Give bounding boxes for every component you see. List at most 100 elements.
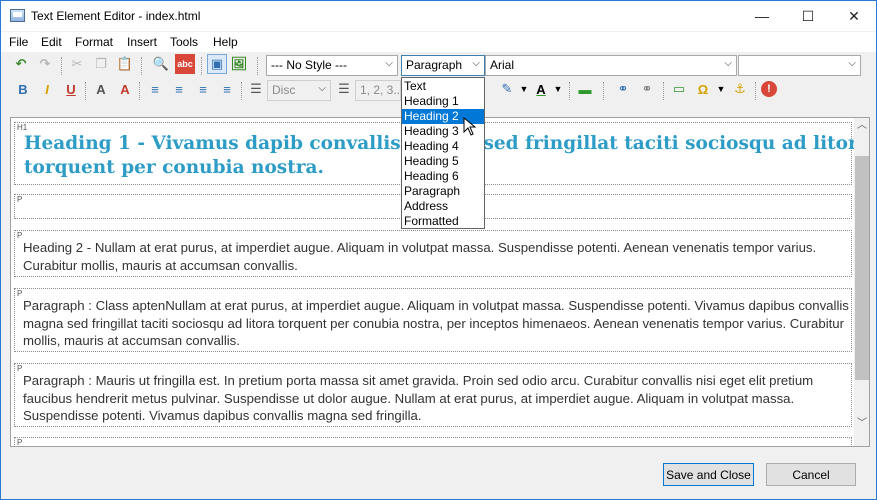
font-size-up-icon[interactable]: A bbox=[115, 79, 135, 99]
dropdown-item-heading-6[interactable]: Heading 6 bbox=[402, 169, 484, 184]
toolbar-separator bbox=[755, 82, 756, 100]
maximize-button[interactable]: ☐ bbox=[785, 1, 831, 31]
unlink-icon[interactable]: ⚭ bbox=[637, 79, 657, 99]
chevron-down-icon: ⌵ bbox=[318, 83, 326, 94]
dropdown-item-heading-4[interactable]: Heading 4 bbox=[402, 139, 484, 154]
special-character-icon[interactable]: Ω bbox=[693, 79, 713, 99]
toolbar-row-1: ↶ ↷ ✂ ❐ 📋 🔍 abc ▣ 🖼 --- No Style --- ⌵ P… bbox=[1, 54, 876, 79]
link-icon[interactable]: ⚭ bbox=[613, 79, 633, 99]
mouse-cursor-icon bbox=[463, 117, 477, 136]
chevron-down-icon: ⌵ bbox=[385, 58, 393, 69]
vertical-scrollbar[interactable]: ︿ ﹀ bbox=[854, 118, 869, 446]
toolbar-separator bbox=[141, 57, 142, 75]
toolbar-separator bbox=[569, 82, 570, 100]
scrollbar-thumb[interactable] bbox=[855, 156, 869, 380]
toolbar-separator bbox=[85, 82, 86, 100]
block-tag: P bbox=[17, 195, 23, 204]
paragraph-block[interactable]: P Paragraph : Mauris ut fringilla est. I… bbox=[14, 363, 852, 427]
toolbar-separator bbox=[663, 82, 664, 100]
undo-icon[interactable]: ↶ bbox=[11, 54, 31, 74]
font-combo-value: Arial bbox=[490, 58, 515, 72]
cancel-button[interactable]: Cancel bbox=[766, 463, 856, 486]
style-combo[interactable]: --- No Style --- ⌵ bbox=[266, 55, 398, 76]
align-left-icon[interactable]: ≡ bbox=[145, 79, 165, 99]
toolbar-separator bbox=[139, 82, 140, 100]
underline-icon[interactable]: U bbox=[61, 79, 81, 99]
dropdown-item-formatted[interactable]: Formatted bbox=[402, 214, 484, 229]
editor-window: Text Element Editor - index.html — ☐ ✕ F… bbox=[0, 0, 877, 500]
align-right-icon[interactable]: ≡ bbox=[193, 79, 213, 99]
spellcheck-icon[interactable]: abc bbox=[175, 54, 195, 74]
toolbar-separator bbox=[201, 57, 202, 75]
block-tag: H1 bbox=[17, 123, 28, 132]
toolbar-separator bbox=[603, 82, 604, 100]
font-size-combo[interactable]: ⌵ bbox=[738, 55, 861, 76]
close-button[interactable]: ✕ bbox=[831, 1, 877, 31]
bullet-list-icon[interactable]: ☰ bbox=[246, 79, 266, 99]
menu-help[interactable]: Help bbox=[213, 35, 238, 49]
window-title: Text Element Editor - index.html bbox=[31, 9, 201, 23]
justify-icon[interactable]: ≡ bbox=[217, 79, 237, 99]
paste-icon[interactable]: 📋 bbox=[115, 54, 135, 74]
save-and-close-button[interactable]: Save and Close bbox=[663, 463, 754, 486]
dropdown-item-text[interactable]: Text bbox=[402, 79, 484, 94]
paragraph-combo[interactable]: Paragraph ⌵ bbox=[401, 55, 485, 76]
horizontal-line-icon[interactable]: ▬ bbox=[575, 79, 595, 99]
heading-2-text: Heading 2 - Nullam at erat purus, at imp… bbox=[23, 240, 817, 273]
paragraph-format-dropdown: Text Heading 1 Heading 2 Heading 3 Headi… bbox=[401, 77, 485, 229]
anchor-icon[interactable]: ⚓ bbox=[730, 79, 750, 99]
paragraph-combo-value: Paragraph bbox=[406, 58, 463, 72]
app-icon bbox=[10, 9, 25, 22]
italic-icon[interactable]: I bbox=[37, 79, 57, 99]
list-style-combo[interactable]: Disc ⌵ bbox=[267, 80, 331, 101]
paragraph-text: Paragraph : Class aptenNullam at erat pu… bbox=[23, 298, 849, 348]
paragraph-text: Paragraph : Mauris ut fringilla est. In … bbox=[23, 373, 814, 423]
select-all-icon[interactable]: ▣ bbox=[207, 54, 227, 74]
dropdown-item-heading-1[interactable]: Heading 1 bbox=[402, 94, 484, 109]
find-icon[interactable]: 🔍 bbox=[151, 54, 171, 74]
font-combo[interactable]: Arial ⌵ bbox=[485, 55, 737, 76]
numbered-list-icon[interactable]: ☰ bbox=[334, 79, 354, 99]
chevron-down-icon[interactable]: ▼ bbox=[711, 79, 731, 99]
menu-tools[interactable]: Tools bbox=[170, 35, 198, 49]
menu-file[interactable]: File bbox=[9, 35, 28, 49]
dropdown-item-address[interactable]: Address bbox=[402, 199, 484, 214]
list-style-combo-value: Disc bbox=[272, 83, 296, 97]
redo-icon[interactable]: ↷ bbox=[35, 54, 55, 74]
copy-icon[interactable]: ❐ bbox=[91, 54, 111, 74]
insert-image-icon[interactable]: 🖼 bbox=[229, 54, 249, 74]
image-icon[interactable]: ▭ bbox=[669, 79, 689, 99]
scroll-down-icon[interactable]: ﹀ bbox=[855, 416, 869, 432]
number-style-combo[interactable]: 1, 2, 3... bbox=[355, 80, 401, 101]
scroll-up-icon[interactable]: ︿ bbox=[855, 118, 869, 134]
menu-insert[interactable]: Insert bbox=[127, 35, 157, 49]
minimize-button[interactable]: — bbox=[739, 1, 785, 31]
paragraph-block[interactable]: P bbox=[14, 437, 852, 447]
menu-bar: File Edit Format Insert Tools Help bbox=[1, 32, 876, 52]
dropdown-item-paragraph[interactable]: Paragraph bbox=[402, 184, 484, 199]
heading-2-block[interactable]: P Heading 2 - Nullam at erat purus, at i… bbox=[14, 230, 852, 277]
align-center-icon[interactable]: ≡ bbox=[169, 79, 189, 99]
number-style-combo-value: 1, 2, 3... bbox=[360, 83, 401, 97]
block-tag: P bbox=[17, 364, 23, 373]
chevron-down-icon: ⌵ bbox=[724, 58, 732, 69]
toolbar-separator bbox=[241, 82, 242, 100]
paragraph-block[interactable]: P Paragraph : Class aptenNullam at erat … bbox=[14, 288, 852, 352]
chevron-down-icon: ⌵ bbox=[472, 58, 480, 69]
bold-icon[interactable]: B bbox=[13, 79, 33, 99]
block-tag: P bbox=[17, 289, 23, 298]
menu-edit[interactable]: Edit bbox=[41, 35, 62, 49]
block-tag: P bbox=[17, 231, 23, 240]
cut-icon[interactable]: ✂ bbox=[67, 54, 87, 74]
chevron-down-icon[interactable]: ▼ bbox=[548, 79, 568, 99]
toolbar-separator bbox=[61, 57, 62, 75]
style-combo-value: --- No Style --- bbox=[271, 58, 347, 72]
dropdown-item-heading-5[interactable]: Heading 5 bbox=[402, 154, 484, 169]
help-icon[interactable]: ! bbox=[761, 81, 777, 97]
menu-format[interactable]: Format bbox=[75, 35, 113, 49]
chevron-down-icon: ⌵ bbox=[848, 58, 856, 69]
title-bar: Text Element Editor - index.html — ☐ ✕ bbox=[1, 1, 876, 31]
toolbar-separator bbox=[257, 57, 258, 75]
block-tag: P bbox=[17, 438, 23, 447]
font-size-down-icon[interactable]: A bbox=[91, 79, 111, 99]
